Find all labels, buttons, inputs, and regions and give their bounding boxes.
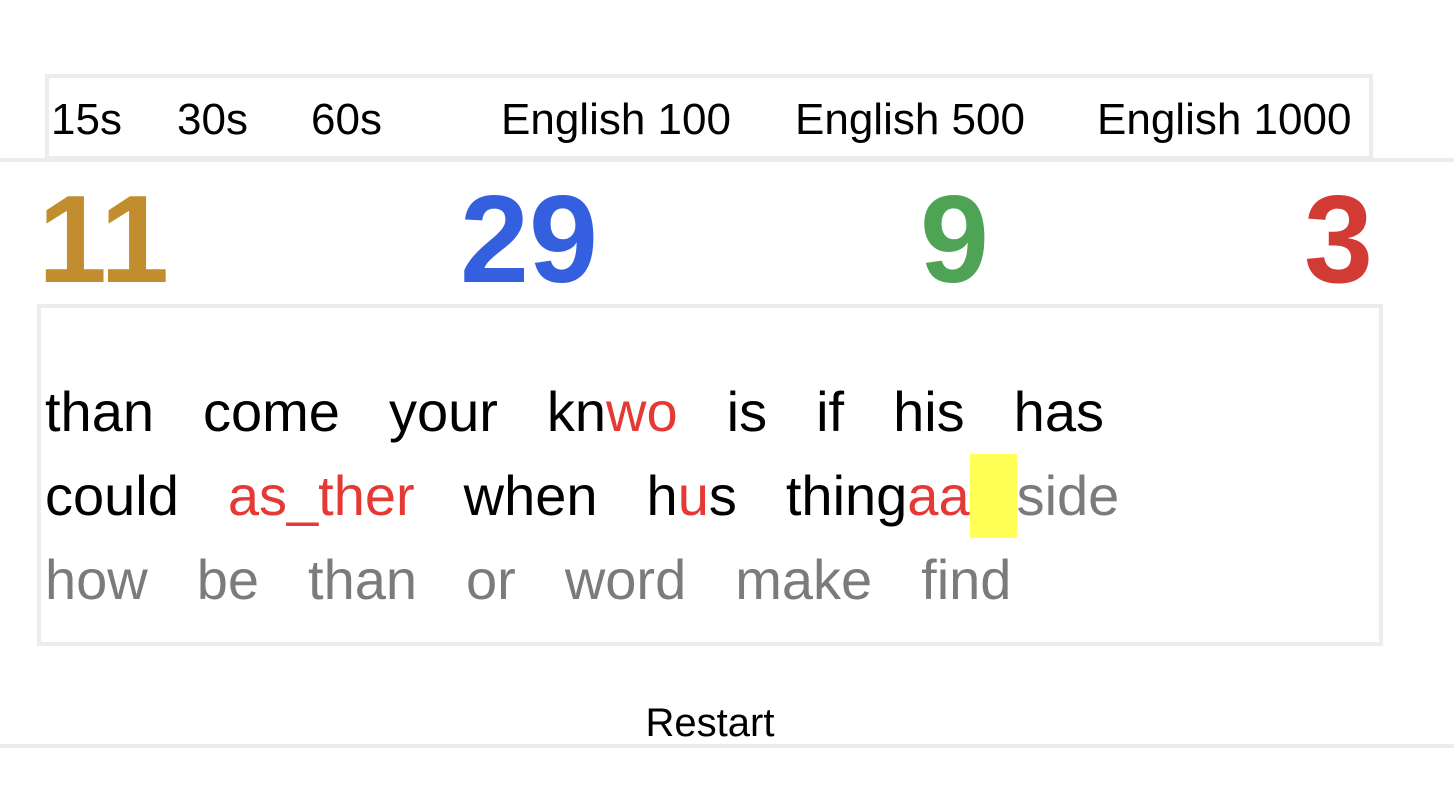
correct-count: 9 — [920, 171, 989, 309]
word-typed-text: come — [203, 380, 340, 443]
text-line-2: could as_ther when hus thingaa side — [45, 454, 1168, 538]
typing-area[interactable]: than come your knwo is if his has could as_ther w… — [37, 304, 1383, 646]
timer-value: 11 — [38, 171, 170, 309]
word: than — [308, 538, 417, 622]
word-pending-text: than — [308, 548, 418, 611]
word-typed-text: thing — [785, 464, 908, 527]
word-error-text: u — [677, 464, 709, 527]
word-pending-text: make — [735, 548, 873, 611]
word: word — [565, 538, 686, 622]
word-typed-text: s — [708, 464, 737, 527]
word: than — [45, 370, 154, 454]
word: find — [921, 538, 1011, 622]
word-typed-text: h — [646, 464, 678, 527]
text-cursor — [969, 454, 1017, 538]
word: hus — [647, 454, 737, 538]
options-bar: 15s 30s 60s English 100 English 500 Engl… — [45, 74, 1373, 160]
word-typed-text: when — [463, 464, 598, 527]
word: your — [389, 370, 498, 454]
wordlist-option-english-100[interactable]: English 100 — [501, 92, 731, 148]
time-option-60s[interactable]: 60s — [311, 92, 382, 148]
word-typed-text: could — [45, 464, 179, 527]
word: come — [203, 370, 340, 454]
word: if — [816, 370, 844, 454]
wpm-value: 29 — [460, 171, 598, 309]
word: or — [466, 538, 516, 622]
time-option-30s[interactable]: 30s — [177, 92, 248, 148]
word-typed-text: his — [893, 380, 965, 443]
word-typed-text: than — [45, 380, 154, 443]
word: side — [969, 454, 1120, 538]
word-typed-text: is — [726, 380, 768, 443]
word: thingaa — [786, 454, 970, 538]
word: how — [45, 538, 148, 622]
word-pending-text: side — [1016, 464, 1120, 527]
word-pending-text: be — [196, 548, 260, 611]
word: be — [197, 538, 259, 622]
word-typed-text: kn — [546, 380, 607, 443]
word-pending-text: how — [45, 548, 148, 611]
text-line-3: how be than or word make find — [45, 538, 1060, 622]
word: has — [1014, 370, 1104, 454]
word: as_ther — [228, 454, 415, 538]
wordlist-option-english-1000[interactable]: English 1000 — [1097, 92, 1351, 148]
word: make — [735, 538, 872, 622]
word: his — [893, 370, 965, 454]
text-line-1: than come your knwo is if his has — [45, 370, 1153, 454]
wordlist-option-english-500[interactable]: English 500 — [795, 92, 1025, 148]
time-option-15s[interactable]: 15s — [51, 92, 122, 148]
word: knwo — [547, 370, 678, 454]
word-typed-text: your — [388, 380, 498, 443]
word: is — [727, 370, 767, 454]
word-error-text: wo — [606, 380, 678, 443]
word-error-text: as_ther — [227, 464, 415, 527]
word-pending-text: or — [466, 548, 516, 611]
word-typed-text: has — [1013, 380, 1104, 443]
word: when — [464, 454, 598, 538]
word-pending-text: word — [564, 548, 687, 611]
word-typed-text: if — [816, 380, 845, 443]
restart-button[interactable]: Restart — [0, 698, 1420, 748]
incorrect-count: 3 — [1304, 171, 1373, 309]
word-error-text: aa — [907, 464, 970, 527]
word: could — [45, 454, 179, 538]
word-pending-text: find — [921, 548, 1012, 611]
